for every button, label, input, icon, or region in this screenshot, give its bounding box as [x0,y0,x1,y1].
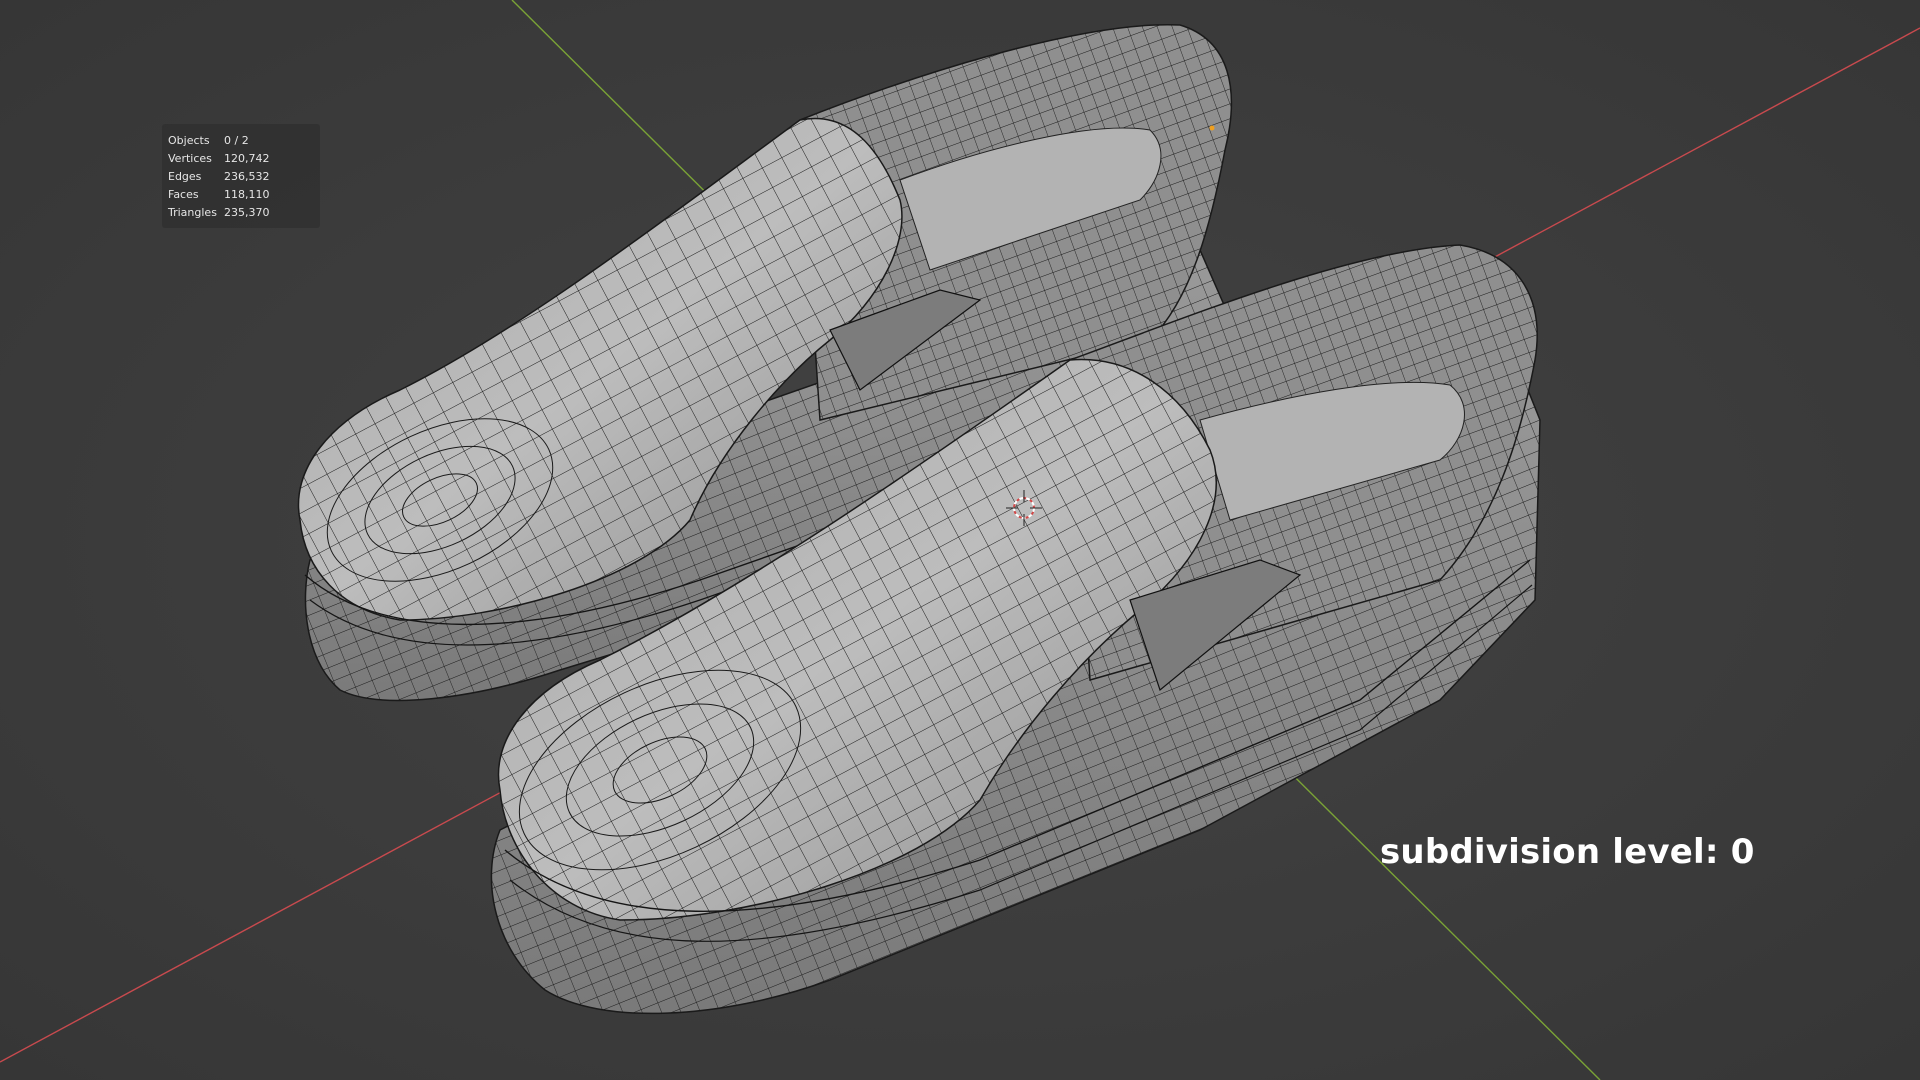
stat-row-triangles: Triangles 235,370 [168,204,314,222]
origin-point-icon [1209,125,1215,131]
stat-label: Objects [168,134,210,147]
viewport-statistics-overlay: Objects 0 / 2 Vertices 120,742 Edges 236… [162,124,320,228]
stat-row-objects: Objects 0 / 2 [168,132,314,150]
stat-label: Triangles [168,206,217,219]
stat-value: 118,110 [224,188,270,201]
stat-row-edges: Edges 236,532 [168,168,314,186]
stat-label: Edges [168,170,202,183]
subdivision-level-caption: subdivision level: 0 [1380,832,1755,872]
3d-viewport[interactable]: Objects 0 / 2 Vertices 120,742 Edges 236… [0,0,1920,1080]
stat-value: 0 / 2 [224,134,249,147]
stat-value: 236,532 [224,170,270,183]
stat-label: Faces [168,188,199,201]
stat-row-vertices: Vertices 120,742 [168,150,314,168]
stat-row-faces: Faces 118,110 [168,186,314,204]
stat-label: Vertices [168,152,212,165]
stat-value: 235,370 [224,206,270,219]
stat-value: 120,742 [224,152,270,165]
